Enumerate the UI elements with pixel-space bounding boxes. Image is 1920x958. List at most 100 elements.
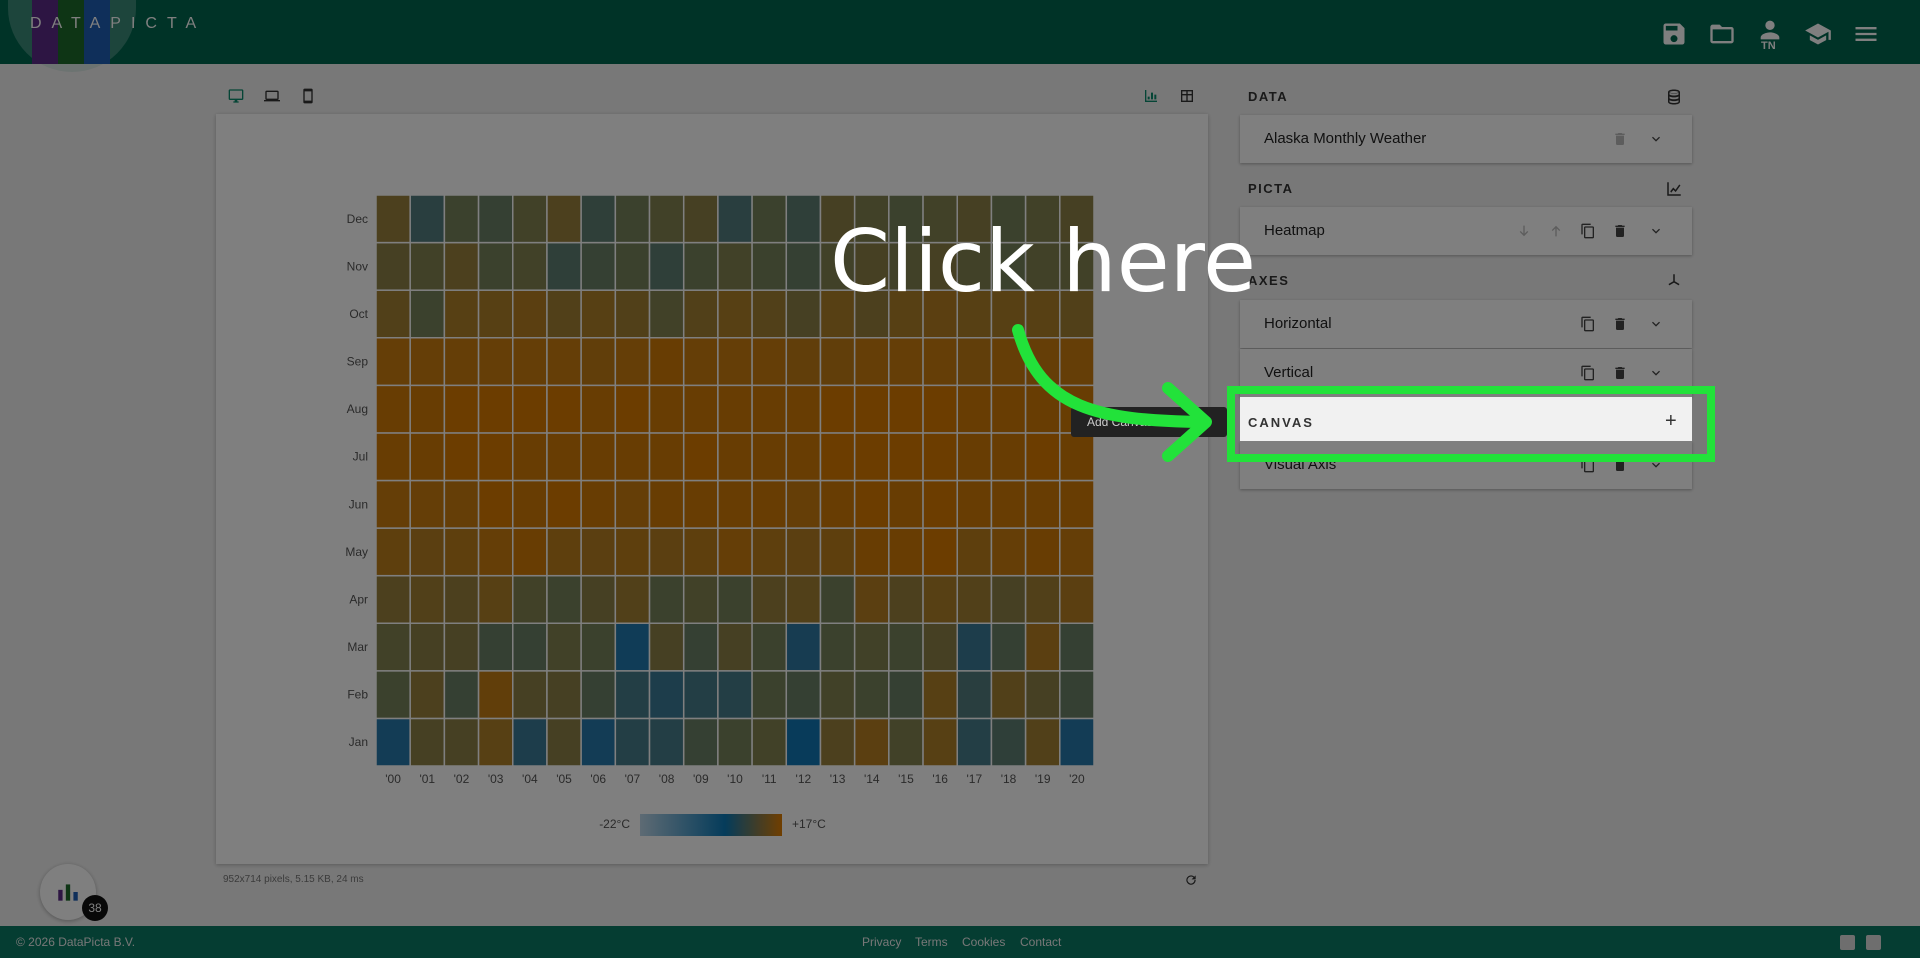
heatmap-cell	[819, 384, 856, 434]
heatmap-cell	[375, 241, 411, 291]
heatmap-cell	[546, 289, 582, 339]
heatmap-cell	[580, 337, 617, 387]
x-tick-label: '03	[488, 772, 504, 786]
heatmap-cell	[751, 670, 788, 720]
line-chart-icon[interactable]	[1665, 180, 1683, 198]
heatmap-cell	[956, 479, 993, 529]
heatmap-cell	[546, 717, 582, 767]
menu-icon[interactable]	[1852, 20, 1880, 48]
duplicate-icon[interactable]	[1580, 316, 1596, 332]
heatmap-cell	[751, 337, 788, 387]
duplicate-icon[interactable]	[1580, 365, 1596, 381]
x-tick-label: '01	[419, 772, 435, 786]
heatmap-cell	[648, 527, 685, 577]
duplicate-icon[interactable]	[1580, 223, 1596, 239]
axis-label-horizontal: Horizontal	[1264, 315, 1332, 332]
heatmap-cell	[512, 717, 548, 767]
tutorial-callout-text: Click here	[830, 212, 1257, 312]
heatmap-cell	[409, 574, 446, 624]
terms-link[interactable]: Terms	[915, 935, 948, 949]
refresh-icon[interactable]	[1184, 873, 1198, 887]
heatmap-cell	[751, 432, 788, 482]
laptop-icon[interactable]	[264, 88, 280, 104]
cookies-link[interactable]: Cookies	[962, 935, 1005, 949]
heatmap-cell	[785, 432, 822, 482]
contact-link[interactable]: Contact	[1020, 935, 1061, 949]
heatmap-cell	[853, 574, 890, 624]
heatmap-cell	[990, 337, 1027, 387]
heatmap-cell	[648, 717, 685, 767]
heatmap-cell	[922, 527, 958, 577]
heatmap-cell	[375, 432, 411, 482]
logo[interactable]: DATAPICTA	[8, 0, 196, 72]
heatmap-cell	[717, 574, 753, 624]
save-icon[interactable]	[1660, 20, 1688, 48]
heatmap-cell	[819, 622, 856, 672]
database-icon[interactable]	[1665, 88, 1683, 106]
heatmap-cell	[443, 527, 480, 577]
heatmap-cell	[512, 194, 548, 244]
y-tick-label: Aug	[347, 402, 368, 416]
delete-icon[interactable]	[1612, 223, 1628, 239]
y-tick-label: Sep	[347, 355, 369, 369]
graduation-cap-icon[interactable]	[1804, 20, 1832, 48]
heatmap-cell	[512, 670, 548, 720]
heatmap-cell	[717, 337, 753, 387]
heatmap-cell	[512, 622, 548, 672]
picta-item-label: Heatmap	[1264, 222, 1325, 239]
heatmap-cell	[648, 432, 685, 482]
heatmap-cell	[512, 289, 548, 339]
heatmap-cell	[512, 574, 548, 624]
heatmap-cell	[443, 717, 480, 767]
chevron-down-icon[interactable]	[1648, 131, 1664, 147]
heatmap-cell	[717, 432, 753, 482]
heatmap-cell	[443, 479, 480, 529]
picta-panel[interactable]: Heatmap	[1240, 207, 1692, 255]
arrow-down-icon	[1516, 223, 1532, 239]
delete-icon[interactable]	[1612, 365, 1628, 381]
heatmap-cell	[546, 194, 582, 244]
heatmap-cell	[853, 527, 890, 577]
heatmap-cell	[477, 527, 514, 577]
heatmap-cell	[477, 194, 514, 244]
axis-panel-horizontal[interactable]: Horizontal	[1240, 300, 1692, 348]
x-tick-label: '08	[659, 772, 675, 786]
x-tick-label: '00	[385, 772, 401, 786]
heatmap-cell	[785, 384, 822, 434]
heatmap-cell	[648, 384, 685, 434]
heatmap-cell	[751, 479, 788, 529]
axes-icon[interactable]	[1665, 272, 1683, 290]
privacy-link[interactable]: Privacy	[862, 935, 901, 949]
heatmap-cell	[648, 194, 685, 244]
desktop-icon[interactable]	[228, 88, 244, 104]
heatmap-cell	[614, 384, 651, 434]
heatmap-cell	[819, 337, 856, 387]
chart-icon[interactable]	[1143, 88, 1159, 104]
table-icon[interactable]	[1179, 88, 1195, 104]
delete-icon[interactable]	[1612, 316, 1628, 332]
youtube-icon[interactable]	[1840, 935, 1855, 950]
data-panel[interactable]: Alaska Monthly Weather	[1240, 115, 1692, 163]
heatmap-cell	[751, 289, 788, 339]
mobile-icon[interactable]	[300, 88, 316, 104]
delete-icon	[1612, 131, 1628, 147]
heatmap-cell	[512, 479, 548, 529]
heatmap-cell	[922, 670, 958, 720]
user-initials: TN	[1761, 40, 1776, 52]
heatmap-cell	[580, 717, 617, 767]
heatmap-cell	[956, 337, 993, 387]
chevron-down-icon[interactable]	[1648, 365, 1664, 381]
chevron-down-icon[interactable]	[1648, 316, 1664, 332]
top-app-bar: DATAPICTA TN	[0, 0, 1920, 72]
legend-min-label: -22°C	[599, 817, 630, 831]
linkedin-icon[interactable]	[1866, 935, 1881, 950]
chevron-down-icon[interactable]	[1648, 223, 1664, 239]
folder-open-icon[interactable]	[1708, 20, 1736, 48]
heatmap-cell	[512, 337, 548, 387]
heatmap-cell	[546, 622, 582, 672]
heatmap-cell	[682, 622, 719, 672]
footer: © 2026 DataPicta B.V. Privacy Terms Cook…	[0, 926, 1920, 958]
picta-section-title: PICTA	[1248, 181, 1294, 196]
heatmap-cell	[990, 574, 1027, 624]
heatmap-cell	[990, 527, 1027, 577]
